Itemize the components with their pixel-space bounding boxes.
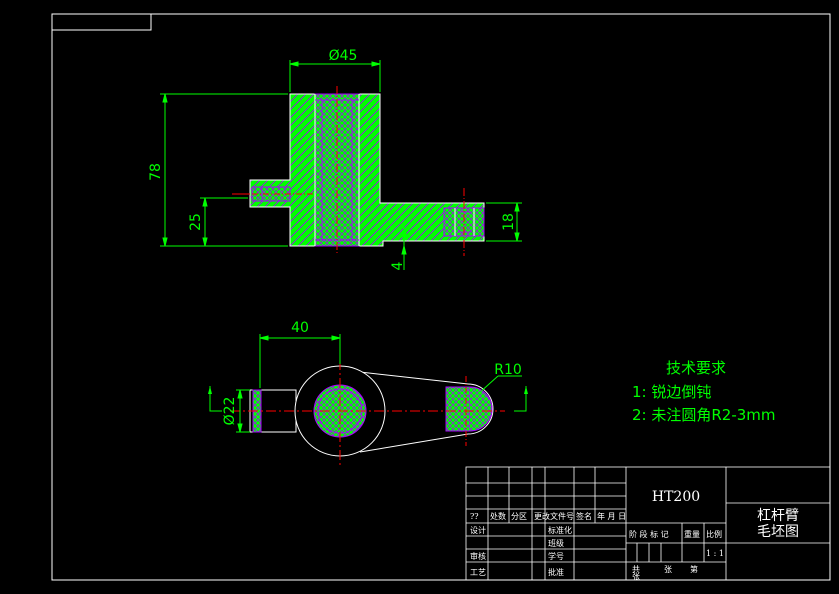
tb-hdr-bili: 比例 bbox=[706, 529, 722, 539]
drawing-frame bbox=[51, 13, 831, 581]
tb-col-gengai: 更改文件号 bbox=[534, 511, 574, 521]
tb-hdr-jieduan: 阶 段 标 记 bbox=[629, 529, 669, 539]
tb-col-fenqu: 分区 bbox=[511, 512, 527, 521]
dim-diameter-45: Ø45 bbox=[329, 48, 358, 64]
front-section-view bbox=[232, 86, 485, 256]
tb-zhang: 张 bbox=[664, 565, 672, 574]
tb-col-nianyue: 年 月 日 bbox=[597, 511, 626, 521]
top-view bbox=[208, 360, 528, 468]
dim-height-25: 25 bbox=[188, 213, 204, 231]
tb-col-chuli: 处数 bbox=[490, 511, 506, 521]
tb-hdr-zhongliang: 重量 bbox=[684, 529, 700, 539]
note-line-1: 1: 锐边倒钝 bbox=[632, 383, 711, 401]
tb-row-gongyi: 工艺 bbox=[470, 568, 486, 577]
tb-row-sheji: 设计 bbox=[470, 525, 486, 535]
tb-row-pizhun: 批准 bbox=[548, 567, 564, 577]
note-line-2: 2: 未注圆角R2-3mm bbox=[632, 406, 776, 424]
tb-rev-count: ?? bbox=[470, 512, 479, 521]
drawing-type: 毛坯图 bbox=[757, 524, 799, 540]
tb-scale: 1 : 1 bbox=[706, 549, 724, 558]
tb-col-qianming: 签名 bbox=[576, 511, 592, 521]
dim-radius-10: R10 bbox=[494, 362, 522, 378]
part-name: 杠杆臂 bbox=[757, 508, 799, 524]
cad-drawing: Ø45 78 25 18 4 40 Ø22 R10 技术要求 1: 锐边倒钝 2… bbox=[51, 13, 831, 581]
dim-thickness-4: 4 bbox=[390, 261, 406, 270]
notes-title: 技术要求 bbox=[666, 359, 726, 377]
tb-row-banji: 班级 bbox=[548, 538, 564, 548]
tb-zhang2: 张 bbox=[632, 572, 640, 581]
tb-row-biaozhunhua: 标准化 bbox=[548, 525, 572, 535]
tb-row-shenhe: 审核 bbox=[470, 551, 486, 561]
tb-di: 第 bbox=[690, 564, 698, 574]
material-label: HT200 bbox=[652, 489, 700, 505]
dim-length-40: 40 bbox=[291, 320, 309, 336]
dim-diameter-22: Ø22 bbox=[222, 397, 238, 426]
dim-height-78: 78 bbox=[148, 163, 164, 181]
tb-row-xuehao: 学号 bbox=[548, 551, 564, 561]
dim-height-18: 18 bbox=[501, 213, 517, 231]
